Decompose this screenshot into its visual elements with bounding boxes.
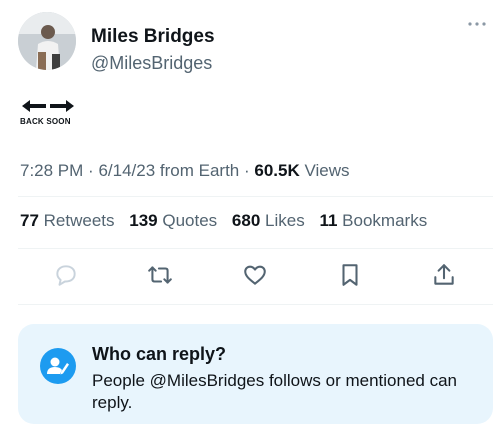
tweet-header: Miles Bridges @MilesBridges <box>18 12 488 74</box>
stat-label: Quotes <box>162 211 218 230</box>
views-label: Views <box>304 161 350 180</box>
meta-separator: · <box>244 161 255 180</box>
display-name[interactable]: Miles Bridges <box>91 26 215 48</box>
divider <box>18 304 493 305</box>
tweet-meta: 7:28 PM · 6/14/23 from Earth · 60.5K Vie… <box>20 161 350 181</box>
share-icon[interactable] <box>431 262 457 288</box>
user-handle[interactable]: @MilesBridges <box>91 53 212 74</box>
action-bar <box>18 256 493 296</box>
stat-label: Likes <box>265 211 305 230</box>
more-options-icon[interactable] <box>466 16 488 32</box>
like-icon[interactable] <box>242 262 268 288</box>
views-count: 60.5K <box>254 161 300 180</box>
reply-restriction-text: People @MilesBridges follows or mentione… <box>92 371 457 412</box>
reply-restriction-notice: Who can reply? People @MilesBridges foll… <box>18 324 493 424</box>
divider <box>18 248 493 249</box>
engagement-stats: 77 Retweets 139 Quotes 680 Likes 11 Book… <box>20 211 437 231</box>
stat-label: Retweets <box>43 211 115 230</box>
stat-quotes[interactable]: 139 Quotes <box>129 211 217 230</box>
stat-count: 77 <box>20 211 39 230</box>
meta-separator: · <box>88 161 99 180</box>
reply-icon[interactable] <box>53 262 79 288</box>
back-soon-emoji: BACK SOON <box>20 99 80 129</box>
tweet-source: from Earth <box>159 161 240 180</box>
back-soon-text: BACK SOON <box>20 117 71 126</box>
stat-count: 11 <box>319 211 338 230</box>
arrows-icon <box>22 100 74 112</box>
stat-count: 680 <box>231 211 261 230</box>
tweet-date[interactable]: 6/14/23 <box>98 161 155 180</box>
reply-restriction-title: Who can reply? <box>92 344 227 364</box>
stat-retweets[interactable]: 77 Retweets <box>20 211 115 230</box>
stat-bookmarks[interactable]: 11 Bookmarks <box>319 211 427 230</box>
tweet-time[interactable]: 7:28 PM <box>20 161 83 180</box>
divider <box>18 196 493 197</box>
stat-count: 139 <box>129 211 158 230</box>
stat-label: Bookmarks <box>342 211 428 230</box>
bookmark-icon[interactable] <box>337 262 363 288</box>
retweet-icon[interactable] <box>147 262 173 288</box>
reply-restriction-icon <box>40 348 76 384</box>
stat-likes[interactable]: 680 Likes <box>232 211 305 230</box>
avatar[interactable] <box>18 12 76 70</box>
